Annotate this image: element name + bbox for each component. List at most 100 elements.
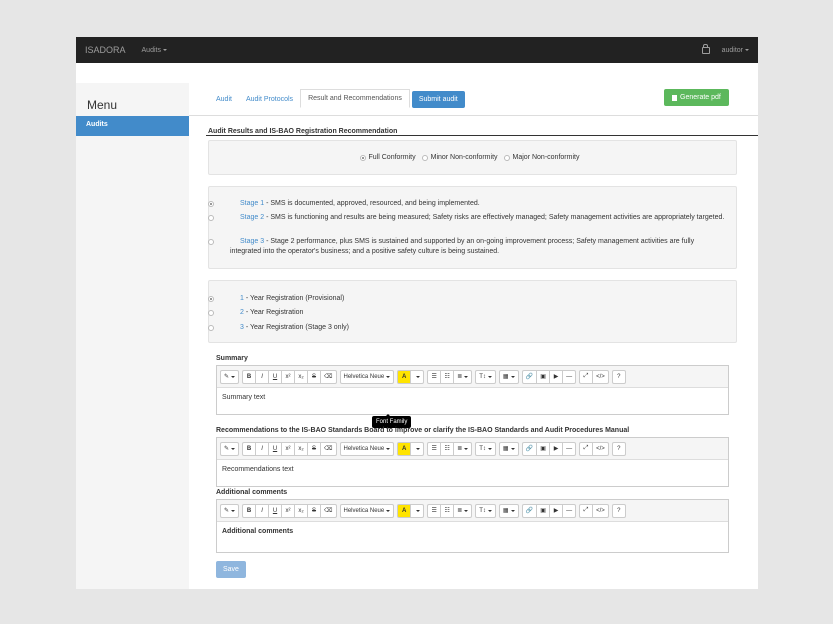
video-icon[interactable]: ▶ [549, 441, 564, 456]
line-height-icon[interactable]: T↕ [475, 441, 496, 456]
unordered-list-icon[interactable]: ☰ [427, 441, 442, 456]
radio-button[interactable] [359, 154, 366, 161]
stage-option-1[interactable]: Stage 1 - SMS is documented, approved, r… [208, 199, 726, 209]
italic-button[interactable]: I [255, 369, 270, 384]
unordered-list-icon[interactable]: ☰ [427, 503, 442, 518]
video-icon[interactable]: ▶ [549, 369, 564, 384]
stage-option-2[interactable]: Stage 2 - SMS is functioning and results… [208, 213, 726, 223]
paragraph-align-icon[interactable]: ≣ [453, 369, 473, 384]
user-menu[interactable]: auditor [722, 47, 749, 54]
tab-audit[interactable]: Audit [209, 91, 239, 108]
bold-button[interactable]: B [242, 369, 257, 384]
radio-button[interactable] [208, 310, 214, 316]
eraser-icon[interactable]: ⌫ [320, 441, 337, 456]
fullscreen-icon[interactable]: ⤢ [579, 503, 594, 518]
help-icon[interactable]: ? [611, 369, 626, 384]
link-icon[interactable]: 🔗 [521, 369, 538, 384]
audits-menu[interactable]: Audits [142, 47, 167, 54]
registration-option-3[interactable]: 3 - Year Registration (Stage 3 only) [208, 323, 726, 333]
fullscreen-icon[interactable]: ⤢ [579, 441, 594, 456]
bold-button[interactable]: B [242, 503, 257, 518]
code-view-icon[interactable]: </> [592, 369, 609, 384]
eraser-icon[interactable]: ⌫ [320, 369, 337, 384]
radio-button[interactable] [208, 215, 214, 221]
radio-button[interactable] [208, 325, 214, 331]
radio-button[interactable] [421, 154, 428, 161]
subscript-button[interactable]: x₂ [294, 503, 309, 518]
text-color-button[interactable]: A [397, 369, 412, 384]
brand-logo[interactable]: ISADORA [85, 45, 126, 55]
radio-button[interactable] [208, 296, 214, 302]
underline-button[interactable]: U [268, 503, 283, 518]
video-icon[interactable]: ▶ [549, 503, 564, 518]
magic-style-button[interactable]: ✎ [220, 369, 240, 384]
italic-button[interactable]: I [255, 503, 270, 518]
tab-audit-protocols[interactable]: Audit Protocols [239, 91, 300, 108]
unordered-list-icon[interactable]: ☰ [427, 369, 442, 384]
subscript-button[interactable]: x₂ [294, 441, 309, 456]
tab-result-and-recommendations[interactable]: Result and Recommendations [300, 89, 410, 108]
eraser-icon[interactable]: ⌫ [320, 503, 337, 518]
font-family-select[interactable]: Helvetica Neue [339, 441, 395, 456]
text-color-button[interactable]: A [397, 441, 412, 456]
radio-button[interactable] [503, 154, 510, 161]
paragraph-align-icon[interactable]: ≣ [453, 503, 473, 518]
superscript-button[interactable]: x² [281, 503, 296, 518]
image-icon[interactable]: ▣ [536, 369, 551, 384]
registration-option-2[interactable]: 2 - Year Registration [208, 308, 726, 318]
subscript-button[interactable]: x₂ [294, 369, 309, 384]
magic-style-button[interactable]: ✎ [220, 503, 240, 518]
conformity-option-full[interactable]: Full Conformity [359, 154, 416, 161]
superscript-button[interactable]: x² [281, 441, 296, 456]
link-icon[interactable]: 🔗 [521, 441, 538, 456]
line-height-icon[interactable]: T↕ [475, 369, 496, 384]
table-icon[interactable]: ▦ [498, 369, 519, 384]
strikethrough-button[interactable]: S [307, 503, 322, 518]
help-icon[interactable]: ? [611, 441, 626, 456]
magic-style-button[interactable]: ✎ [220, 441, 240, 456]
paragraph-align-icon[interactable]: ≣ [453, 441, 473, 456]
ordered-list-icon[interactable]: ☷ [440, 441, 455, 456]
additional-comments-editor-body[interactable]: Additional comments [217, 522, 728, 552]
stage-option-3[interactable]: Stage 3 - Stage 2 performance, plus SMS … [208, 237, 726, 257]
save-button[interactable]: Save [216, 561, 246, 578]
bold-button[interactable]: B [242, 441, 257, 456]
code-view-icon[interactable]: </> [592, 441, 609, 456]
summary-editor-body[interactable]: Summary text [217, 388, 728, 414]
color-dropdown-button[interactable] [410, 503, 425, 518]
radio-button[interactable] [208, 201, 214, 207]
text-color-button[interactable]: A [397, 503, 412, 518]
ordered-list-icon[interactable]: ☷ [440, 503, 455, 518]
code-view-icon[interactable]: </> [592, 503, 609, 518]
image-icon[interactable]: ▣ [536, 503, 551, 518]
line-height-icon[interactable]: T↕ [475, 503, 496, 518]
horizontal-rule-icon[interactable]: — [562, 503, 577, 518]
strikethrough-button[interactable]: S [307, 441, 322, 456]
color-dropdown-button[interactable] [410, 369, 425, 384]
lock-icon[interactable] [701, 43, 710, 54]
conformity-option-minor[interactable]: Minor Non-conformity [421, 154, 498, 161]
image-icon[interactable]: ▣ [536, 441, 551, 456]
color-dropdown-button[interactable] [410, 441, 425, 456]
superscript-button[interactable]: x² [281, 369, 296, 384]
generate-pdf-button[interactable]: Generate pdf [664, 89, 729, 106]
link-icon[interactable]: 🔗 [521, 503, 538, 518]
horizontal-rule-icon[interactable]: — [562, 369, 577, 384]
font-family-select[interactable]: Helvetica Neue [339, 369, 395, 384]
ordered-list-icon[interactable]: ☷ [440, 369, 455, 384]
help-icon[interactable]: ? [611, 503, 626, 518]
radio-button[interactable] [208, 239, 214, 245]
table-icon[interactable]: ▦ [498, 503, 519, 518]
horizontal-rule-icon[interactable]: — [562, 441, 577, 456]
table-icon[interactable]: ▦ [498, 441, 519, 456]
recommendations-editor-body[interactable]: Recommendations text [217, 460, 728, 486]
fullscreen-icon[interactable]: ⤢ [579, 369, 594, 384]
sidebar-item-audits[interactable]: Audits [76, 116, 189, 136]
underline-button[interactable]: U [268, 369, 283, 384]
font-family-select[interactable]: Helvetica Neue [339, 503, 395, 518]
registration-option-1[interactable]: 1 - Year Registration (Provisional) [208, 294, 726, 304]
underline-button[interactable]: U [268, 441, 283, 456]
submit-audit-button[interactable]: Submit audit [411, 91, 465, 108]
italic-button[interactable]: I [255, 441, 270, 456]
conformity-option-major[interactable]: Major Non-conformity [503, 154, 579, 161]
